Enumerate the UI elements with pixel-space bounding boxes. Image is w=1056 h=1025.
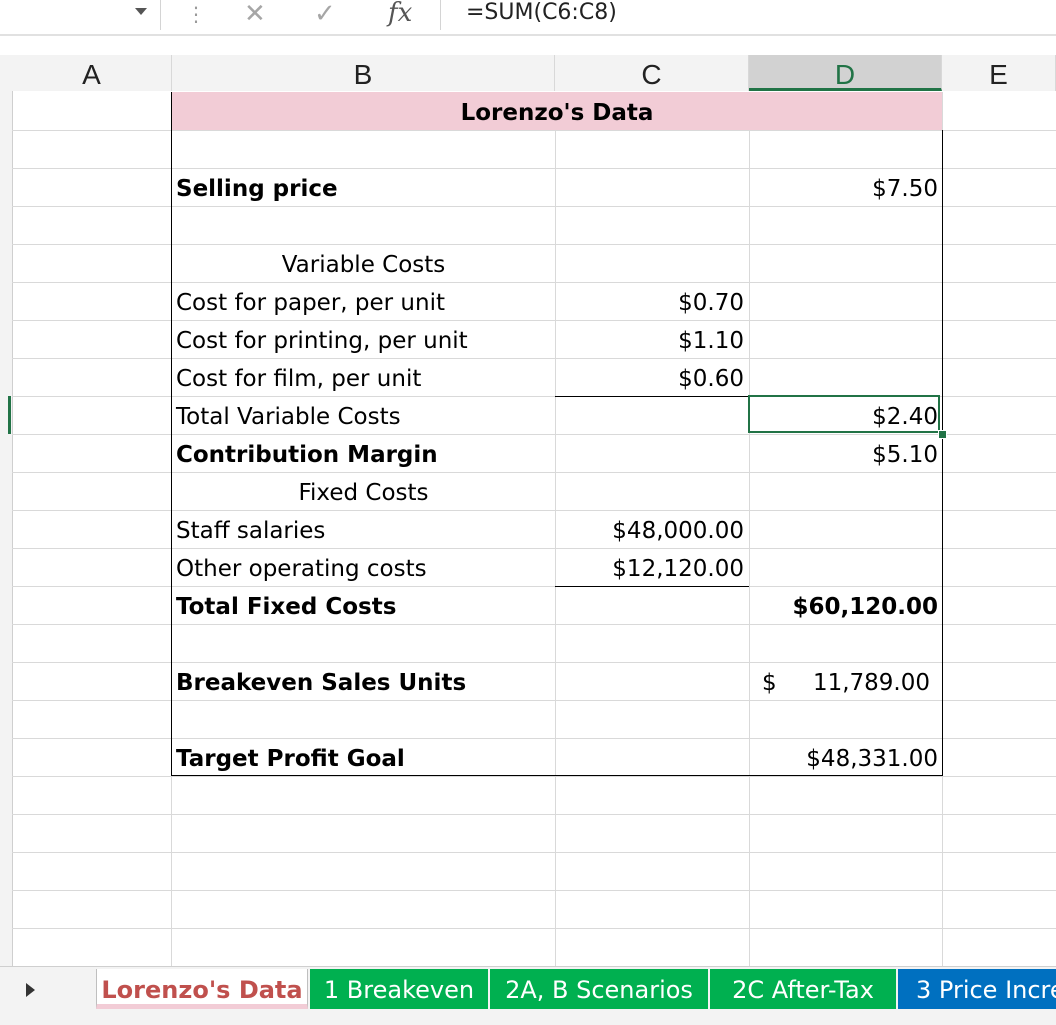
gridline xyxy=(12,928,1056,929)
subtotal-line xyxy=(555,586,749,587)
film-cost-value[interactable]: $0.60 xyxy=(558,358,744,396)
row-selection-indicator xyxy=(8,396,11,434)
table-border-left xyxy=(171,92,172,776)
tab-2ab-scenarios[interactable]: 2A, B Scenarios xyxy=(490,969,708,1009)
tab-3-price-increase[interactable]: 3 Price Incre xyxy=(898,969,1056,1009)
gridline xyxy=(12,700,1056,701)
drag-handle-icon[interactable]: ⋮ xyxy=(186,2,206,26)
fill-handle[interactable] xyxy=(938,430,947,439)
formula-bar: ⋮ ✕ ✓ fx =SUM(C6:C8) xyxy=(0,0,1056,36)
paper-cost-value[interactable]: $0.70 xyxy=(558,282,744,320)
breakeven-currency-symbol: $ xyxy=(762,670,777,696)
sheet-tab-bar: Lorenzo's Data 1 Breakeven 2A, B Scenari… xyxy=(0,966,1056,1025)
paper-cost-label[interactable]: Cost for paper, per unit xyxy=(176,282,552,320)
selling-price-label[interactable]: Selling price xyxy=(176,168,552,206)
target-profit-label[interactable]: Target Profit Goal xyxy=(176,738,552,776)
scroll-tabs-right-icon[interactable] xyxy=(26,983,35,997)
tab-lorenzos-data[interactable]: Lorenzo's Data xyxy=(96,969,308,1009)
row-headers[interactable] xyxy=(0,91,13,966)
column-headers: A B C D E xyxy=(0,55,1056,91)
contribution-margin-label[interactable]: Contribution Margin xyxy=(176,434,552,472)
gridline xyxy=(12,890,1056,891)
formula-separator xyxy=(440,0,441,30)
other-costs-label[interactable]: Other operating costs xyxy=(176,548,552,586)
sheet-title[interactable]: Lorenzo's Data xyxy=(172,92,942,130)
checkmark-icon[interactable]: ✓ xyxy=(314,0,336,28)
breakeven-value[interactable]: 11,789.00 xyxy=(790,662,930,700)
active-cell-outline[interactable] xyxy=(748,395,940,433)
gridline xyxy=(749,92,750,966)
column-header-b[interactable]: B xyxy=(172,55,555,91)
selling-price-value[interactable]: $7.50 xyxy=(752,168,938,206)
name-box[interactable] xyxy=(0,0,161,30)
staff-salaries-label[interactable]: Staff salaries xyxy=(176,510,552,548)
printing-cost-value[interactable]: $1.10 xyxy=(558,320,744,358)
tab-2c-after-tax[interactable]: 2C After-Tax xyxy=(710,969,896,1009)
table-border-right xyxy=(942,130,943,776)
chevron-down-icon[interactable] xyxy=(135,8,147,15)
gridline xyxy=(555,92,556,966)
tab-1-breakeven[interactable]: 1 Breakeven xyxy=(310,969,488,1009)
printing-cost-label[interactable]: Cost for printing, per unit xyxy=(176,320,552,358)
total-fixed-label[interactable]: Total Fixed Costs xyxy=(176,586,552,624)
column-header-c[interactable]: C xyxy=(555,55,749,91)
total-fixed-value[interactable]: $60,120.00 xyxy=(752,586,938,624)
gridline xyxy=(12,776,1056,777)
column-header-e[interactable]: E xyxy=(942,55,1056,91)
formula-input[interactable]: =SUM(C6:C8) xyxy=(466,0,617,26)
variable-costs-header[interactable]: Variable Costs xyxy=(172,244,555,282)
contribution-margin-value[interactable]: $5.10 xyxy=(752,434,938,472)
fixed-costs-header[interactable]: Fixed Costs xyxy=(172,472,555,510)
target-profit-value[interactable]: $48,331.00 xyxy=(752,738,938,776)
gridline xyxy=(12,206,1056,207)
fx-icon[interactable]: fx xyxy=(388,0,412,26)
gridline xyxy=(12,624,1056,625)
breakeven-label[interactable]: Breakeven Sales Units xyxy=(176,662,552,700)
cancel-x-icon[interactable]: ✕ xyxy=(244,0,266,28)
subtotal-line xyxy=(555,396,749,397)
film-cost-label[interactable]: Cost for film, per unit xyxy=(176,358,552,396)
gridline xyxy=(12,814,1056,815)
gridline xyxy=(12,852,1056,853)
column-header-a[interactable]: A xyxy=(12,55,172,91)
gridline xyxy=(12,130,1056,131)
staff-salaries-value[interactable]: $48,000.00 xyxy=(558,510,744,548)
column-header-d[interactable]: D xyxy=(749,55,942,91)
other-costs-value[interactable]: $12,120.00 xyxy=(558,548,744,586)
total-variable-label[interactable]: Total Variable Costs xyxy=(176,396,552,434)
